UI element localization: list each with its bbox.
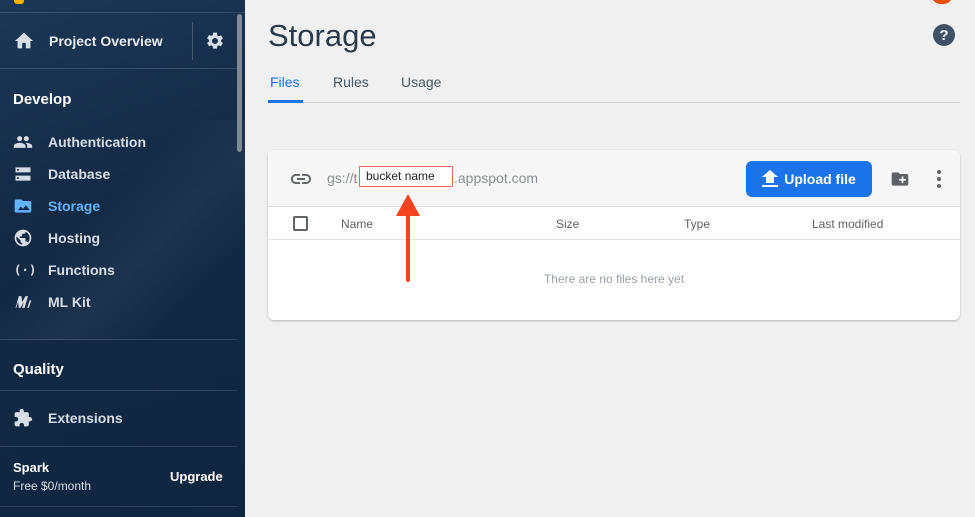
firebase-logo-fragment — [14, 0, 24, 4]
section-quality: Quality — [13, 361, 64, 378]
section-develop: Develop — [13, 91, 72, 108]
sidebar-item-database[interactable]: Database — [0, 159, 237, 189]
sidebar-item-ml-kit[interactable]: ML Kit — [0, 287, 237, 317]
column-size[interactable]: Size — [556, 217, 579, 231]
sidebar-item-label: Functions — [48, 262, 115, 278]
sidebar-item-label: Authentication — [48, 134, 146, 150]
home-icon — [14, 32, 34, 49]
column-name[interactable]: Name — [341, 217, 373, 231]
tab-bar: Files Rules Usage — [268, 74, 960, 103]
database-icon — [12, 163, 34, 185]
functions-icon: (·) — [12, 259, 34, 281]
sidebar: Project Overview Develop Authentication … — [0, 0, 245, 517]
tab-usage[interactable]: Usage — [401, 74, 441, 90]
ml-kit-icon — [12, 291, 34, 313]
sidebar-item-hosting[interactable]: Hosting — [0, 223, 237, 253]
puzzle-icon — [12, 407, 34, 429]
upgrade-button[interactable]: Upgrade — [170, 469, 223, 484]
active-tab-indicator — [268, 100, 303, 103]
bucket-url-prefix: gs://t — [327, 170, 358, 186]
sidebar-item-label: Database — [48, 166, 111, 182]
column-type[interactable]: Type — [684, 217, 710, 231]
bucket-header: gs://t bucket name .appspot.com Upload f… — [268, 150, 960, 207]
annotation-arrow — [396, 194, 420, 282]
svg-text:(·): (·) — [14, 262, 34, 277]
empty-state-message: There are no files here yet — [543, 272, 685, 286]
sidebar-scrollbar[interactable] — [237, 14, 242, 152]
sidebar-item-label: Storage — [48, 198, 101, 214]
sidebar-item-extensions[interactable]: Extensions — [0, 403, 237, 433]
plan-name: Spark — [13, 460, 50, 475]
sidebar-item-functions[interactable]: (·) Functions — [0, 255, 237, 285]
bucket-url-suffix: .appspot.com — [454, 170, 539, 186]
plan-price: Free $0/month — [13, 479, 92, 493]
plan-info: Spark Free $0/month — [13, 460, 91, 493]
files-card: gs://t bucket name .appspot.com Upload f… — [268, 150, 960, 320]
tab-files[interactable]: Files — [270, 74, 300, 90]
select-all-checkbox[interactable] — [293, 216, 308, 231]
sidebar-item-storage[interactable]: Storage — [0, 191, 237, 221]
tab-rules[interactable]: Rules — [333, 74, 369, 90]
globe-icon — [12, 227, 34, 249]
project-overview[interactable]: Project Overview — [0, 14, 237, 68]
table-header: Name Size Type Last modified — [268, 207, 960, 240]
folder-image-icon — [12, 195, 34, 217]
upload-file-label: Upload file — [784, 171, 856, 187]
bucket-name-highlight: bucket name — [359, 166, 453, 187]
add-folder-icon[interactable] — [889, 169, 911, 189]
upload-icon — [762, 170, 779, 187]
gear-icon[interactable] — [205, 31, 225, 51]
sidebar-item-label: ML Kit — [48, 294, 91, 310]
upload-file-button[interactable]: Upload file — [746, 161, 872, 197]
sidebar-item-label: Hosting — [48, 230, 101, 246]
help-icon[interactable]: ? — [933, 24, 955, 46]
page-title: Storage — [268, 18, 377, 53]
sidebar-item-label: Extensions — [48, 410, 123, 426]
project-overview-label: Project Overview — [49, 33, 163, 49]
more-vert-icon[interactable] — [936, 169, 942, 189]
sidebar-item-authentication[interactable]: Authentication — [0, 127, 237, 157]
link-icon[interactable] — [289, 167, 313, 191]
column-last-modified[interactable]: Last modified — [812, 217, 883, 231]
people-icon — [12, 131, 34, 153]
